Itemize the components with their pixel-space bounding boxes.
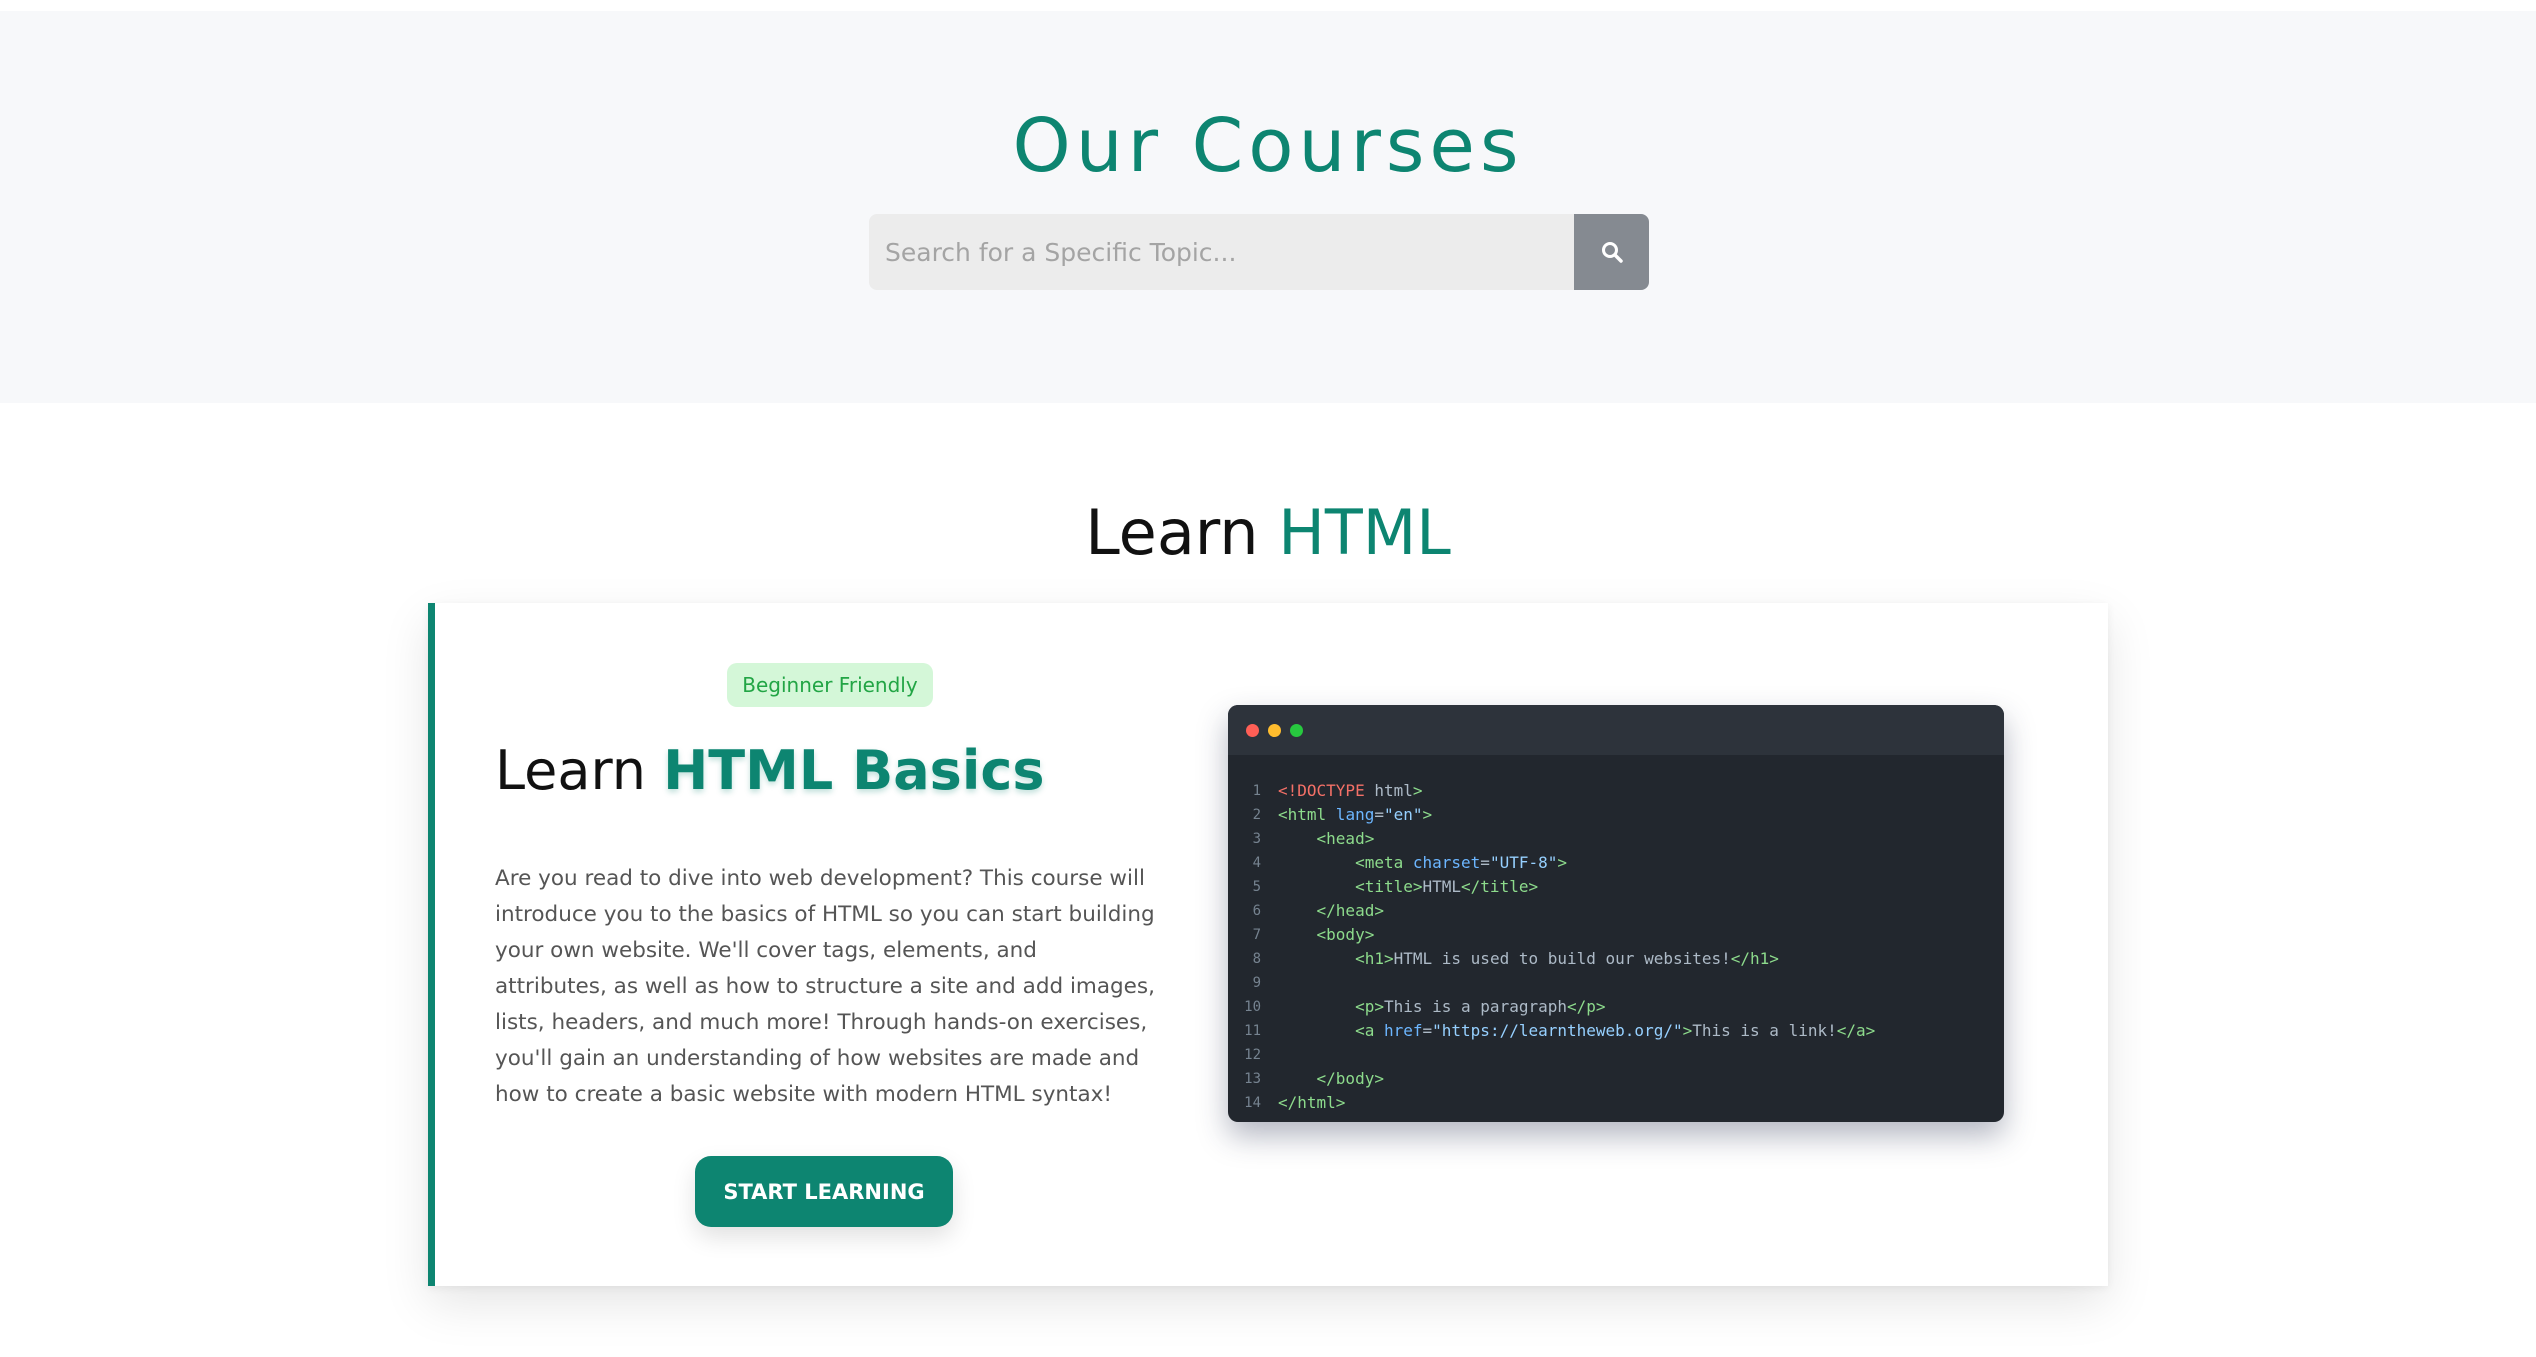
course-title: Learn HTML Basics bbox=[495, 739, 1044, 802]
code-text: <html lang="en"> bbox=[1278, 805, 1433, 824]
search-bar bbox=[869, 214, 1649, 290]
line-number: 13 bbox=[1244, 1071, 1261, 1087]
code-line: 4 <meta charset="UTF-8"> bbox=[1228, 851, 2004, 875]
code-text: <a href="https://learntheweb.org/">This … bbox=[1355, 1021, 1876, 1040]
code-text: <title>HTML</title> bbox=[1355, 877, 1539, 896]
line-number: 1 bbox=[1252, 783, 1261, 799]
code-block: 1 <!DOCTYPE html> 2 <html lang="en"> 3 <head… bbox=[1228, 755, 2004, 1115]
code-text: </head> bbox=[1316, 901, 1384, 920]
line-number: 9 bbox=[1252, 975, 1261, 991]
course-title-prefix: Learn bbox=[495, 739, 646, 802]
line-number: 10 bbox=[1244, 999, 1261, 1015]
code-line: 11 <a href="https://learntheweb.org/">Th… bbox=[1228, 1019, 2004, 1043]
line-number: 6 bbox=[1252, 903, 1261, 919]
code-line: 5 <title>HTML</title> bbox=[1228, 875, 2004, 899]
code-text: <meta charset="UTF-8"> bbox=[1355, 853, 1568, 872]
line-number: 8 bbox=[1252, 951, 1261, 967]
search-button[interactable] bbox=[1574, 214, 1649, 290]
difficulty-badge: Beginner Friendly bbox=[727, 663, 933, 707]
course-card: Beginner Friendly Learn HTML Basics Are … bbox=[428, 603, 2108, 1286]
code-preview-window: 1 <!DOCTYPE html> 2 <html lang="en"> 3 <head… bbox=[1228, 705, 2004, 1122]
code-line: 10 <p>This is a paragraph</p> bbox=[1228, 995, 2004, 1019]
maximize-dot-icon bbox=[1290, 723, 1303, 737]
line-number: 5 bbox=[1252, 879, 1261, 895]
code-text: </html> bbox=[1278, 1093, 1346, 1112]
code-line: 12 bbox=[1228, 1043, 2004, 1067]
search-input[interactable] bbox=[869, 214, 1574, 290]
hero-section: Our Courses bbox=[0, 11, 2536, 403]
code-line: 9 bbox=[1228, 971, 2004, 995]
code-line: 3 <head> bbox=[1228, 827, 2004, 851]
search-icon bbox=[1601, 242, 1623, 263]
code-text: <h1>HTML is used to build our websites!<… bbox=[1355, 949, 1779, 968]
line-number: 7 bbox=[1252, 927, 1261, 943]
minimize-dot-icon bbox=[1268, 723, 1281, 737]
code-line: 14 </html> bbox=[1228, 1091, 2004, 1115]
code-line: 13 </body> bbox=[1228, 1067, 2004, 1091]
code-text: </body> bbox=[1316, 1069, 1384, 1088]
line-number: 12 bbox=[1244, 1047, 1261, 1063]
code-line: 1 <!DOCTYPE html> bbox=[1228, 779, 2004, 803]
start-learning-button[interactable]: START LEARNING bbox=[695, 1156, 953, 1227]
line-number: 3 bbox=[1252, 831, 1261, 847]
course-description: Are you read to dive into web developmen… bbox=[495, 866, 1155, 1107]
code-window-titlebar bbox=[1228, 705, 2004, 755]
section-title-prefix: Learn bbox=[1085, 496, 1259, 569]
code-line: 8 <h1>HTML is used to build our websites… bbox=[1228, 947, 2004, 971]
section-title: Learn HTML bbox=[0, 496, 2536, 569]
code-text: <head> bbox=[1316, 829, 1375, 848]
close-dot-icon bbox=[1246, 723, 1259, 737]
code-line: 7 <body> bbox=[1228, 923, 2004, 947]
line-number: 11 bbox=[1244, 1023, 1261, 1039]
course-title-accent: HTML Basics bbox=[663, 739, 1045, 802]
line-number: 4 bbox=[1252, 855, 1261, 871]
section-title-accent: HTML bbox=[1278, 496, 1451, 569]
line-number: 2 bbox=[1252, 807, 1261, 823]
code-text: <body> bbox=[1316, 925, 1375, 944]
code-text: <p>This is a paragraph</p> bbox=[1355, 997, 1606, 1016]
page-title: Our Courses bbox=[1012, 103, 1524, 189]
code-line: 6 </head> bbox=[1228, 899, 2004, 923]
code-text: <!DOCTYPE html> bbox=[1278, 781, 1423, 800]
code-line: 2 <html lang="en"> bbox=[1228, 803, 2004, 827]
line-number: 14 bbox=[1244, 1095, 1261, 1111]
